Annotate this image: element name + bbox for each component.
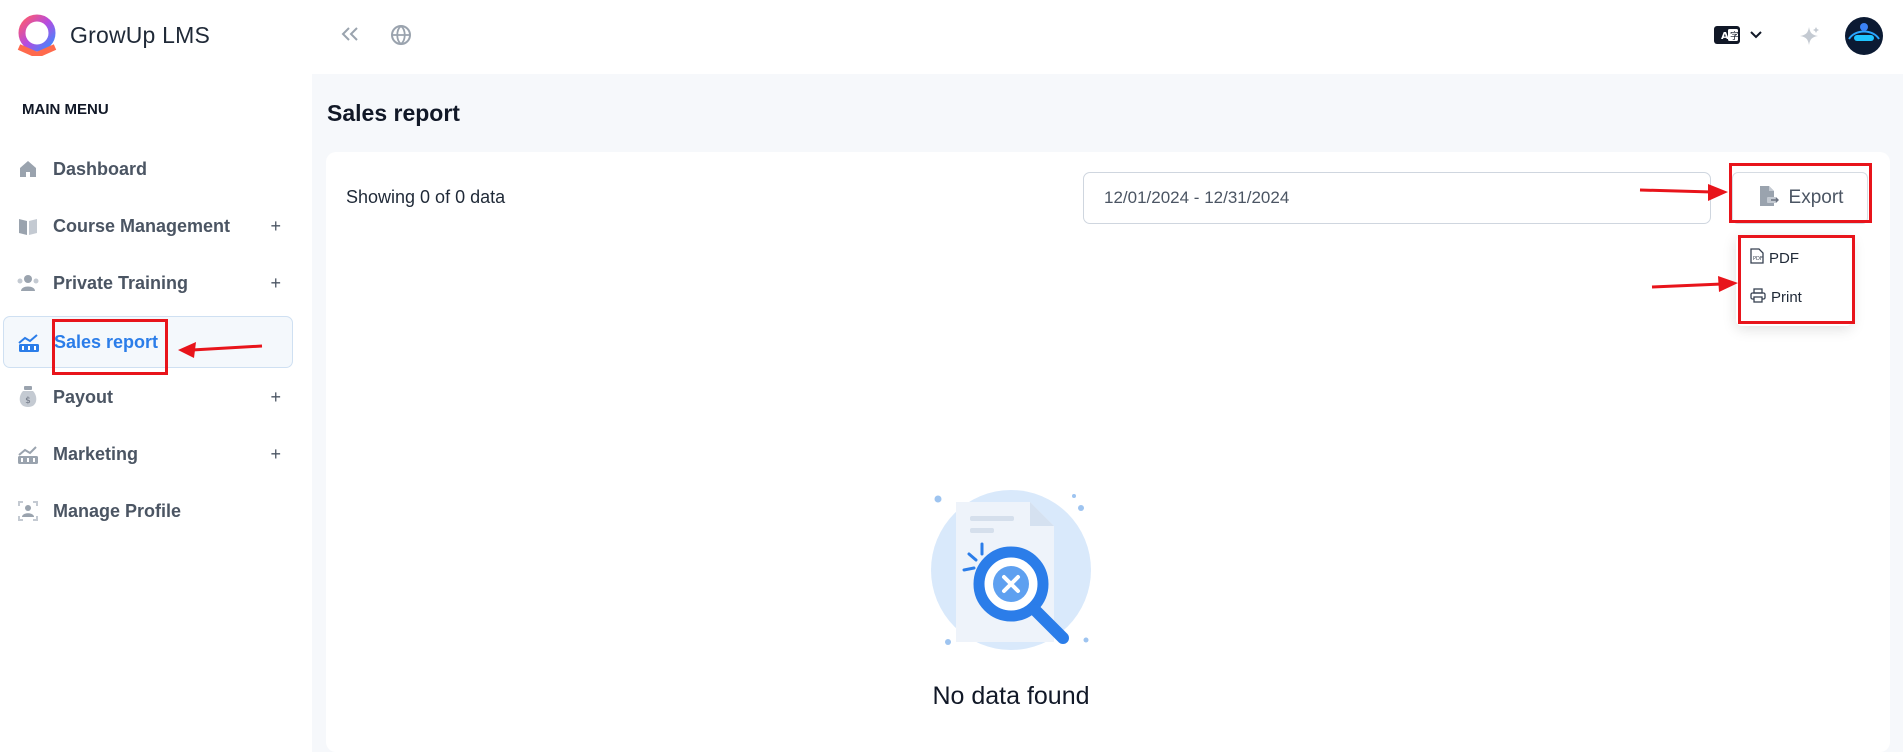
svg-text:字: 字: [1730, 30, 1739, 42]
sidebar-item-course-management[interactable]: Course Management +: [3, 200, 293, 252]
export-pdf-option[interactable]: PDF PDF: [1750, 248, 1799, 268]
top-bar: A字: [312, 0, 1903, 74]
export-dropdown-menu: PDF PDF Print: [1736, 236, 1852, 326]
avatar[interactable]: [1844, 16, 1884, 56]
sidebar: GrowUp LMS MAIN MENU Dashboard Course Ma…: [0, 0, 312, 752]
sidebar-item-sales-report[interactable]: Sales report: [3, 316, 293, 368]
book-icon: [16, 214, 40, 238]
sidebar-item-marketing[interactable]: Marketing +: [3, 428, 293, 480]
export-file-icon: [1757, 184, 1779, 213]
sidebar-item-private-training[interactable]: Private Training +: [3, 257, 293, 309]
money-bag-icon: $: [16, 385, 40, 409]
expand-plus-icon[interactable]: +: [270, 387, 281, 408]
sidebar-item-label: Private Training: [53, 272, 189, 293]
svg-text:$: $: [25, 396, 31, 406]
expand-plus-icon[interactable]: +: [270, 216, 281, 237]
pdf-file-icon: PDF: [1750, 248, 1764, 268]
users-icon: [16, 271, 40, 295]
print-option-label: Print: [1771, 289, 1802, 306]
profile-icon: [16, 499, 40, 523]
collapse-sidebar-icon[interactable]: [338, 22, 362, 46]
app-logo[interactable]: GrowUp LMS: [14, 14, 210, 56]
printer-icon: [1750, 288, 1766, 307]
sales-report-card: Showing 0 of 0 data Export PDF PDF Print: [326, 152, 1890, 752]
showing-count-text: Showing 0 of 0 data: [346, 187, 506, 207]
sidebar-item-label: Dashboard: [53, 158, 148, 179]
page-title: Sales report: [327, 100, 460, 126]
pdf-option-label: PDF: [1769, 249, 1799, 267]
export-button[interactable]: Export: [1732, 172, 1868, 224]
main-menu-heading: MAIN MENU: [22, 101, 109, 118]
sidebar-item-label: Marketing: [53, 443, 139, 464]
language-icon[interactable]: A字: [1713, 24, 1741, 46]
date-range-input[interactable]: [1083, 172, 1711, 224]
sidebar-item-label: Manage Profile: [53, 500, 182, 521]
expand-plus-icon[interactable]: +: [270, 444, 281, 465]
svg-text:PDF: PDF: [1753, 256, 1763, 262]
chart-icon: [17, 330, 41, 354]
sidebar-item-dashboard[interactable]: Dashboard: [3, 143, 293, 195]
sparkle-icon[interactable]: [1797, 24, 1821, 48]
no-data-magnifier-icon: [931, 490, 1091, 650]
export-label: Export: [1788, 187, 1844, 208]
sidebar-item-label: Course Management: [53, 215, 231, 236]
growup-logo-icon: [17, 14, 57, 56]
app-name: GrowUp LMS: [70, 21, 211, 48]
sidebar-item-label: Sales report: [54, 331, 159, 352]
globe-icon[interactable]: [388, 22, 414, 48]
export-print-option[interactable]: Print: [1750, 288, 1802, 307]
sidebar-item-manage-profile[interactable]: Manage Profile: [3, 485, 293, 537]
megaphone-icon: [16, 442, 40, 466]
sidebar-item-payout[interactable]: $ Payout +: [3, 371, 293, 423]
no-data-message: No data found: [932, 682, 1090, 710]
home-icon: [16, 157, 40, 181]
svg-text:A: A: [1721, 31, 1729, 42]
chevron-down-icon[interactable]: [1748, 28, 1764, 42]
expand-plus-icon[interactable]: +: [270, 273, 281, 294]
sidebar-item-label: Payout: [53, 386, 114, 407]
